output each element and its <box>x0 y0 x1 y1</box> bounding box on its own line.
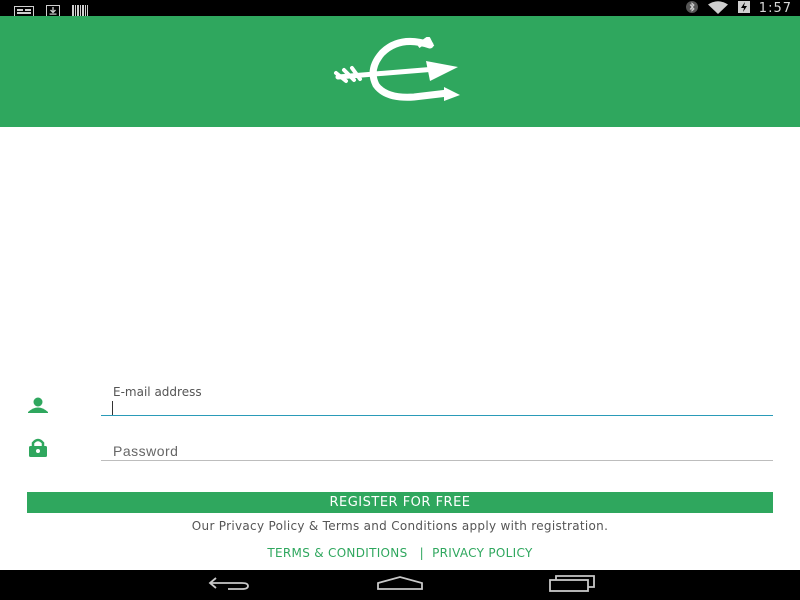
status-right-icons: 1:57 <box>685 0 792 16</box>
privacy-link[interactable]: PRIVACY POLICY <box>432 546 532 560</box>
home-icon <box>375 575 425 595</box>
wifi-icon <box>707 0 729 18</box>
battery-charging-icon <box>737 0 751 18</box>
email-field[interactable] <box>101 398 773 416</box>
back-button[interactable] <box>199 574 259 596</box>
home-button[interactable] <box>370 574 430 596</box>
text-cursor <box>112 401 113 415</box>
person-icon <box>26 396 50 416</box>
status-time: 1:57 <box>758 0 792 16</box>
password-field[interactable] <box>101 441 773 461</box>
link-separator: | <box>419 546 424 560</box>
back-icon <box>206 575 252 595</box>
bluetooth-icon <box>685 0 699 18</box>
recent-apps-button[interactable] <box>542 574 602 596</box>
status-bar: 1:57 <box>0 0 800 17</box>
email-label: E-mail address <box>113 385 202 399</box>
terms-link[interactable]: TERMS & CONDITIONS <box>267 546 407 560</box>
arrow-logo-icon <box>330 36 470 107</box>
privacy-note: Our Privacy Policy & Terms and Condition… <box>191 519 609 533</box>
register-button[interactable]: REGISTER FOR FREE <box>27 492 773 513</box>
app-header <box>0 16 800 127</box>
navigation-bar <box>0 570 800 600</box>
recent-apps-icon <box>548 574 596 596</box>
lock-icon <box>26 438 50 458</box>
legal-links: TERMS & CONDITIONS | PRIVACY POLICY <box>0 546 800 560</box>
